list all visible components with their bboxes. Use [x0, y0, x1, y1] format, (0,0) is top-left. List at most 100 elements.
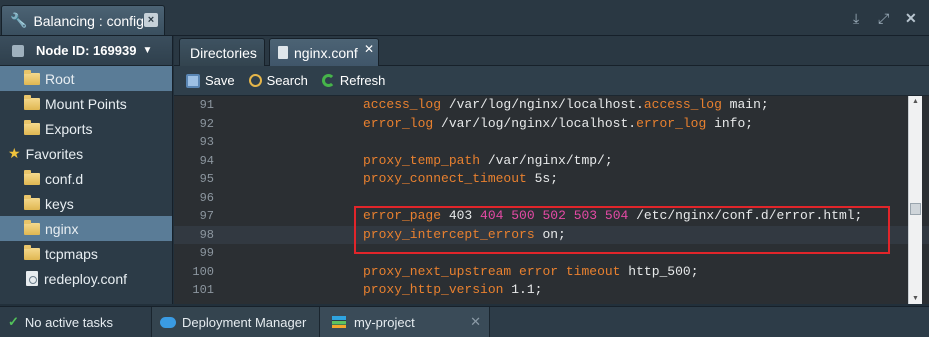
search-button[interactable]: Search [248, 73, 308, 88]
editor-tabs: Directories nginx.conf ✕ [174, 36, 929, 66]
code-line[interactable]: 100 proxy_next_upstream error timeout htt… [174, 263, 929, 282]
favorite-item-label: conf.d [45, 170, 84, 187]
favorite-item-tcpmaps[interactable]: tcpmaps [0, 241, 172, 266]
line-number: 100 [192, 264, 214, 279]
tasks-status[interactable]: ✓ No active tasks [0, 307, 152, 337]
tasks-status-label: No active tasks [24, 314, 114, 330]
highlight-annotation-box [354, 206, 890, 254]
favorite-item-label: nginx [45, 220, 79, 237]
save-icon [186, 73, 200, 88]
deployment-manager-tab[interactable]: Deployment Manager [152, 307, 320, 337]
window-tab[interactable]: 🔧 Balancing : configs × [1, 5, 165, 35]
sidebar-item-exports[interactable]: Exports [0, 116, 172, 141]
check-icon: ✓ [8, 314, 19, 329]
code-lines: 91 access_log /var/log/nginx/localhost.ac… [174, 96, 929, 300]
search-icon [248, 74, 262, 87]
code-editor[interactable]: 91 access_log /var/log/nginx/localhost.ac… [174, 96, 929, 304]
project-tab[interactable]: my-project ✕ [320, 307, 490, 337]
sidebar-item-mount-points[interactable]: Mount Points [0, 91, 172, 116]
folder-icon [24, 169, 40, 185]
tab-nginx-conf[interactable]: nginx.conf ✕ [269, 38, 379, 66]
code-line[interactable]: 92 error_log /var/log/nginx/localhost.err… [174, 115, 929, 134]
chevron-down-icon: ▼ [142, 45, 153, 56]
code-line[interactable]: 94 proxy_temp_path /var/nginx/tmp/; [174, 152, 929, 171]
window-title: Balancing : configs [33, 12, 151, 29]
favorite-item-conf-d[interactable]: conf.d [0, 166, 172, 191]
line-number: 97 [199, 209, 214, 223]
sidebar-item-root[interactable]: Root [0, 66, 172, 91]
document-icon [278, 46, 288, 59]
code-line[interactable]: 96 [174, 189, 929, 208]
line-number: 101 [192, 283, 214, 297]
editor-toolbar: Save Search Refresh [174, 66, 929, 96]
code-text: proxy_connect_timeout 5s; [363, 171, 559, 186]
favorite-item-keys[interactable]: keys [0, 191, 172, 216]
search-label: Search [266, 73, 308, 88]
folder-icon [24, 119, 40, 135]
file-tree-sidebar: Node ID: 169939 ▼ Root Mount Points Export… [0, 36, 173, 304]
favorites-list: conf.d keys nginx tcpmaps redeploy.conf [0, 166, 172, 291]
code-line[interactable]: 91 access_log /var/log/nginx/localhost.ac… [174, 96, 929, 115]
code-text: proxy_http_version 1.1; [363, 282, 543, 297]
sidebar-item-label: Root [45, 70, 75, 87]
tab-nginx-conf-label: nginx.conf [294, 44, 358, 61]
line-number: 93 [199, 135, 214, 149]
window-tab-close-icon[interactable]: × [144, 13, 158, 27]
code-line[interactable]: 101 proxy_http_version 1.1; [174, 281, 929, 300]
close-icon[interactable]: ✕ [905, 10, 917, 27]
project-close-icon[interactable]: ✕ [470, 314, 481, 330]
node-selector[interactable]: Node ID: 169939 ▼ [0, 36, 172, 66]
server-icon [12, 44, 24, 57]
code-text: access_log /var/log/nginx/localhost.acce… [363, 97, 769, 112]
favorite-item-nginx[interactable]: nginx [0, 216, 172, 241]
sidebar-item-label: Exports [45, 120, 93, 137]
favorite-item-label: keys [45, 195, 74, 212]
line-number: 94 [199, 153, 214, 168]
favorite-item-redeploy-conf[interactable]: redeploy.conf [0, 266, 172, 291]
tab-directories[interactable]: Directories [179, 38, 265, 66]
scroll-down-icon[interactable]: ▼ [912, 295, 919, 302]
code-text: error_log /var/log/nginx/localhost.error… [363, 115, 754, 131]
download-icon[interactable]: ⤓ [853, 10, 859, 27]
line-number: 96 [199, 190, 214, 205]
deployment-manager-label: Deployment Manager [182, 314, 307, 330]
status-bar: ✓ No active tasks Deployment Manager my-… [0, 306, 929, 337]
folder-icon [24, 94, 40, 110]
cloud-icon [160, 316, 176, 328]
line-number: 98 [199, 227, 214, 242]
wrench-icon: 🔧 [10, 12, 28, 28]
line-number: 99 [199, 246, 214, 260]
refresh-label: Refresh [339, 73, 386, 88]
favorite-item-label: redeploy.conf [44, 270, 128, 287]
favorites-label: Favorites [25, 145, 84, 162]
app-window: 🔧 Balancing : configs × ⤓ ⤢ ✕ Node ID: 1… [0, 0, 929, 337]
code-text: proxy_temp_path /var/nginx/tmp/; [363, 152, 613, 168]
line-number: 91 [199, 98, 214, 112]
folder-icon [24, 69, 40, 85]
scrollbar-thumb[interactable] [910, 203, 921, 215]
node-label: Node ID: 169939 [36, 43, 137, 58]
refresh-icon [321, 74, 335, 87]
save-button[interactable]: Save [186, 73, 235, 88]
expand-icon[interactable]: ⤢ [878, 10, 889, 27]
folder-icon [24, 244, 40, 260]
scroll-up-icon[interactable]: ▲ [912, 98, 919, 105]
code-line[interactable]: 95 proxy_connect_timeout 5s; [174, 170, 929, 189]
save-label: Save [205, 73, 235, 88]
line-number: 95 [199, 172, 214, 186]
config-file-icon [26, 271, 38, 286]
folder-icon [24, 219, 40, 235]
code-line[interactable]: 93 [174, 133, 929, 152]
favorite-item-label: tcpmaps [45, 245, 98, 262]
refresh-button[interactable]: Refresh [321, 73, 386, 88]
line-number: 92 [199, 116, 214, 131]
vertical-scrollbar[interactable]: ▲ ▼ [908, 96, 922, 304]
editor-panel: Directories nginx.conf ✕ Save Search Ref… [174, 36, 929, 304]
tab-close-icon[interactable]: ✕ [364, 42, 374, 56]
stack-icon [332, 316, 346, 328]
folder-icon [24, 194, 40, 210]
root-list: Root Mount Points Exports [0, 66, 172, 141]
sidebar-item-label: Mount Points [45, 95, 127, 112]
star-icon: ★ [8, 145, 21, 161]
code-text: proxy_next_upstream error timeout http_5… [363, 263, 699, 279]
